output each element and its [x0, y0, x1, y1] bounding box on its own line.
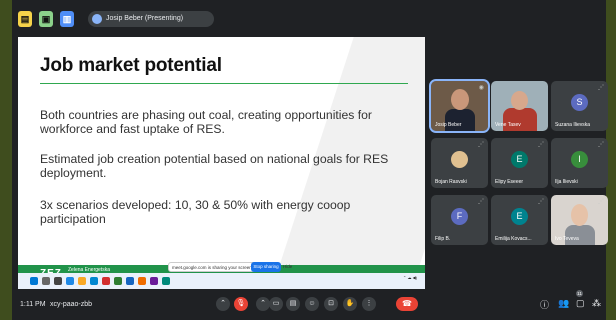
chat-icon[interactable]: ▢ [576, 298, 585, 309]
participant-tile[interactable]: ⋰ Bojan Rasvski [431, 138, 488, 188]
muted-mic-icon: ⋰ [478, 142, 484, 148]
presenter-label: Josip Beber (Presenting) [106, 15, 184, 22]
captions-button[interactable]: ▤ [286, 297, 300, 311]
title-underline [40, 83, 408, 84]
muted-mic-icon: ⋰ [478, 199, 484, 205]
chrome-icon[interactable] [138, 277, 146, 285]
presenter-avatar [92, 14, 102, 24]
muted-mic-icon: ⋰ [538, 142, 544, 148]
present-screen-button[interactable]: ⊡ [324, 297, 338, 311]
slide-title: Job market potential [40, 55, 222, 76]
participant-name: Emilija Kovacs... [495, 236, 532, 242]
outer-frame-left [0, 0, 12, 320]
slide-paragraph: Both countries are phasing out coal, cre… [40, 108, 372, 136]
participant-tile[interactable]: F ⋰ Filip B. [431, 195, 488, 245]
outlook-icon[interactable] [162, 277, 170, 285]
raise-hand-button[interactable]: ✋ [343, 297, 357, 311]
people-count-badge: 11 [576, 290, 583, 297]
powerpoint-icon[interactable] [102, 277, 110, 285]
participant-photo [565, 225, 595, 245]
presenter-chip[interactable]: Josip Beber (Presenting) [88, 11, 214, 27]
teams-icon[interactable] [150, 277, 158, 285]
activities-icon[interactable]: ⁂ [592, 298, 601, 309]
camera-button[interactable]: ▭ [269, 297, 283, 311]
participant-photo [451, 89, 469, 110]
excel-icon[interactable] [114, 277, 122, 285]
meet-window: ▤ ▣ ▥ Josip Beber (Presenting) Job marke… [0, 0, 616, 320]
edge-icon[interactable] [66, 277, 74, 285]
participant-avatar-photo [451, 151, 468, 168]
more-options-button[interactable]: ⋮ [362, 297, 376, 311]
muted-mic-icon: ⋰ [598, 142, 604, 148]
audio-indicator-icon: ◉ [478, 85, 484, 91]
meeting-code[interactable]: xcy-paao-zbb [50, 301, 92, 308]
start-icon[interactable] [30, 277, 38, 285]
muted-mic-icon: ⋰ [598, 85, 604, 91]
more-video-options-icon[interactable]: ⌃ [256, 297, 270, 311]
participant-name: Elipy Eseeer [495, 179, 524, 185]
participant-name: Suzana Ilievska [555, 122, 591, 128]
participant-name: Ivo Teveva [555, 236, 579, 242]
search-icon[interactable] [42, 277, 50, 285]
docs-app-icon[interactable]: ▥ [60, 11, 74, 27]
windows-taskbar: ⌃ ☁ ◀) [18, 273, 425, 289]
participant-tile[interactable]: E ⋰ Emilija Kovacs... [491, 195, 548, 245]
participant-avatar: S [571, 94, 588, 111]
hide-notice-button[interactable]: Hide [283, 262, 292, 272]
slide-paragraph: Estimated job creation potential based o… [40, 152, 389, 180]
muted-mic-icon: ⋰ [598, 199, 604, 205]
participant-tile[interactable]: E ⋰ Elipy Eseeer [491, 138, 548, 188]
people-icon[interactable]: 👥 [558, 298, 569, 309]
participant-avatar: E [511, 208, 528, 225]
meet-app-icon[interactable]: ▣ [39, 11, 53, 27]
top-bar: ▤ ▣ ▥ Josip Beber (Presenting) [12, 8, 606, 32]
emoji-button[interactable]: ☺ [305, 297, 319, 311]
participant-tile[interactable]: ◉ Josip Beber [429, 79, 490, 133]
end-call-button[interactable]: ☎ [396, 297, 418, 311]
participant-photo [571, 204, 588, 226]
participant-name: Vene Tasev [495, 122, 521, 128]
participant-tile[interactable]: Vene Tasev [491, 81, 548, 131]
taskview-icon[interactable] [54, 277, 62, 285]
participant-avatar: F [451, 208, 468, 225]
store-icon[interactable] [90, 277, 98, 285]
meeting-details-icon[interactable]: ⓘ [540, 298, 549, 311]
system-tray: ⌃ ☁ ◀) [403, 275, 417, 280]
meeting-time: 1:11 PM [20, 301, 46, 308]
participant-tile[interactable]: ⋰ Ivo Teveva [551, 195, 608, 245]
slide-paragraph: 3x scenarios developed: 10, 30 & 50% wit… [40, 198, 351, 226]
participant-name: Bojan Rasvski [435, 179, 467, 185]
muted-mic-icon: ⋰ [538, 199, 544, 205]
folder-icon[interactable] [78, 277, 86, 285]
shared-screen: Job market potential Both countries are … [18, 37, 425, 289]
participant-tile[interactable]: I ⋰ Ilja Ilievski [551, 138, 608, 188]
participant-avatar: I [571, 151, 588, 168]
participant-name: Ilja Ilievski [555, 179, 578, 185]
participant-photo [511, 91, 528, 110]
participant-name: Josip Beber [435, 122, 462, 128]
participant-tile[interactable]: S ⋰ Suzana Ilievska [551, 81, 608, 131]
meeting-controls-bar: 1:11 PM xcy-paao-zbb ⌃ 🎙 ⌃ ▭ ▤ ☺ ⊡ ✋ ⋮ ☎… [12, 290, 606, 320]
word-icon[interactable] [126, 277, 134, 285]
more-audio-options-icon[interactable]: ⌃ [216, 297, 230, 311]
notes-app-icon[interactable]: ▤ [18, 11, 32, 27]
participant-name: Filip B. [435, 236, 451, 242]
participant-avatar: E [511, 151, 528, 168]
stop-sharing-button[interactable]: Stop sharing [251, 262, 281, 272]
mic-off-button[interactable]: 🎙 [234, 297, 248, 311]
